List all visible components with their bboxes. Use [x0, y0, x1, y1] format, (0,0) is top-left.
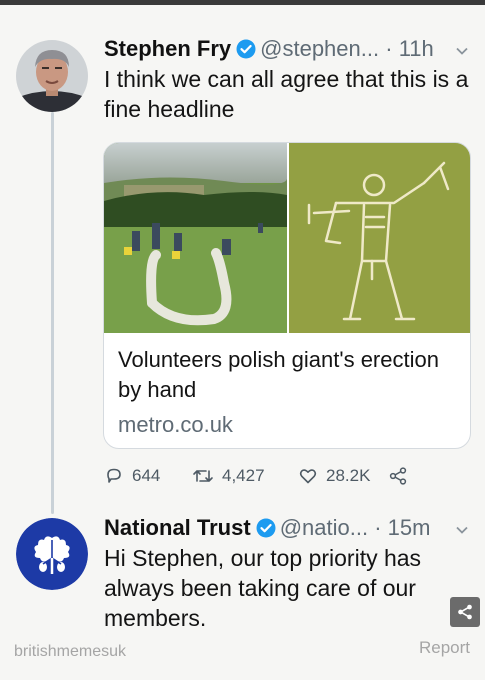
thread-connector: [51, 112, 54, 514]
heart-icon: [299, 469, 317, 484]
author-name[interactable]: National Trust: [104, 515, 251, 540]
separator-dot: ·: [374, 515, 382, 540]
watermark: britishmemesuk: [14, 643, 127, 660]
card-title[interactable]: Volunteers polish giant's erection by ha…: [118, 345, 458, 405]
separator-dot: ·: [385, 36, 393, 61]
tweet-actions: 644 4,427 28.2K: [104, 462, 474, 490]
share-icon: [458, 604, 472, 620]
retweet-count: 4,427: [222, 466, 265, 485]
link-card[interactable]: Volunteers polish giant's erection by ha…: [103, 142, 471, 449]
oak-leaf-logo-icon: [16, 518, 88, 590]
tweet-text-1: I think we can all agree that this is a …: [104, 66, 469, 122]
report-link[interactable]: Report: [419, 638, 470, 658]
chevron-down-icon[interactable]: [455, 523, 469, 537]
retweet-button[interactable]: 4,427: [192, 462, 265, 490]
like-button[interactable]: 28.2K: [298, 462, 370, 490]
author-name[interactable]: Stephen Fry: [104, 36, 231, 61]
retweet-icon: [193, 470, 213, 482]
card-domain: metro.co.uk: [118, 412, 233, 437]
author-handle[interactable]: @natio...: [280, 515, 368, 540]
like-count: 28.2K: [326, 466, 371, 485]
reply-icon: [107, 468, 121, 483]
verified-badge-icon: [236, 39, 256, 65]
reply-button[interactable]: 644: [104, 462, 160, 490]
tweet-header-1: Stephen Fry @stephen... · 11h: [104, 36, 434, 65]
top-bar: [0, 0, 485, 5]
share-button[interactable]: [388, 462, 416, 490]
share-overlay-button[interactable]: [450, 597, 480, 627]
reply-count: 644: [132, 466, 161, 485]
timestamp[interactable]: 15m: [388, 515, 431, 540]
avatar-stephen-fry[interactable]: [16, 40, 88, 112]
share-icon: [389, 467, 407, 485]
tweet-text-2: Hi Stephen, our top priority has always …: [104, 545, 422, 631]
tweet-header-2: National Trust @natio... · 15m: [104, 515, 430, 544]
card-image: [104, 143, 470, 333]
timestamp[interactable]: 11h: [399, 36, 434, 61]
verified-badge-icon: [256, 518, 276, 544]
author-handle[interactable]: @stephen...: [260, 36, 379, 61]
avatar-national-trust[interactable]: [16, 518, 88, 590]
chevron-down-icon[interactable]: [455, 44, 469, 58]
